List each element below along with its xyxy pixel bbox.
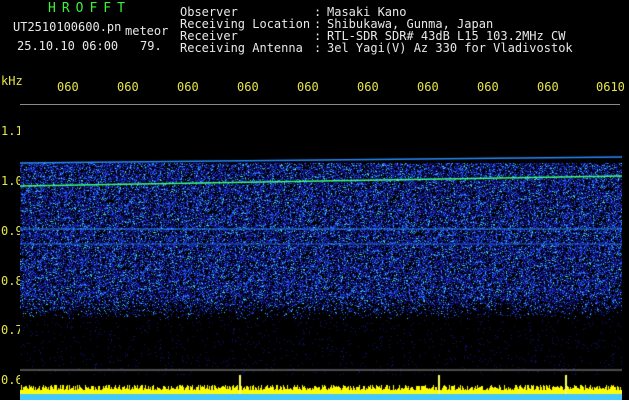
x-tick-label: 060 [117,80,139,94]
x-tick-label: 060 [537,80,559,94]
x-tick-label: 060 [357,80,379,94]
mode-label: meteor [125,24,169,38]
separator: : [314,41,322,55]
x-tick-label: 060 [237,80,259,94]
x-tick-label: 060 [477,80,499,94]
y-unit-label: kHz [1,74,23,88]
x-tick-label: 0610 [596,80,625,94]
x-tick-label: 060 [177,80,199,94]
antenna-value: 3el Yagi(V) Az 330 for Vladivostok [327,41,573,55]
x-tick-label: 060 [297,80,319,94]
antenna-label: Receiving Antenna [180,41,303,55]
spectrogram [20,105,622,400]
datetime-label: 25.10.10 06:00 [17,39,119,53]
x-tick-label: 060 [57,80,79,94]
x-tick-label: 060 [417,80,439,94]
hrofft-logo: HROFFT [48,1,131,16]
count-label: 79. [140,39,162,53]
hrofft-screen: HROFFT UT2510100600.pn meteor 25.10.10 0… [0,0,629,400]
filename-label: UT2510100600.pn [13,20,122,34]
